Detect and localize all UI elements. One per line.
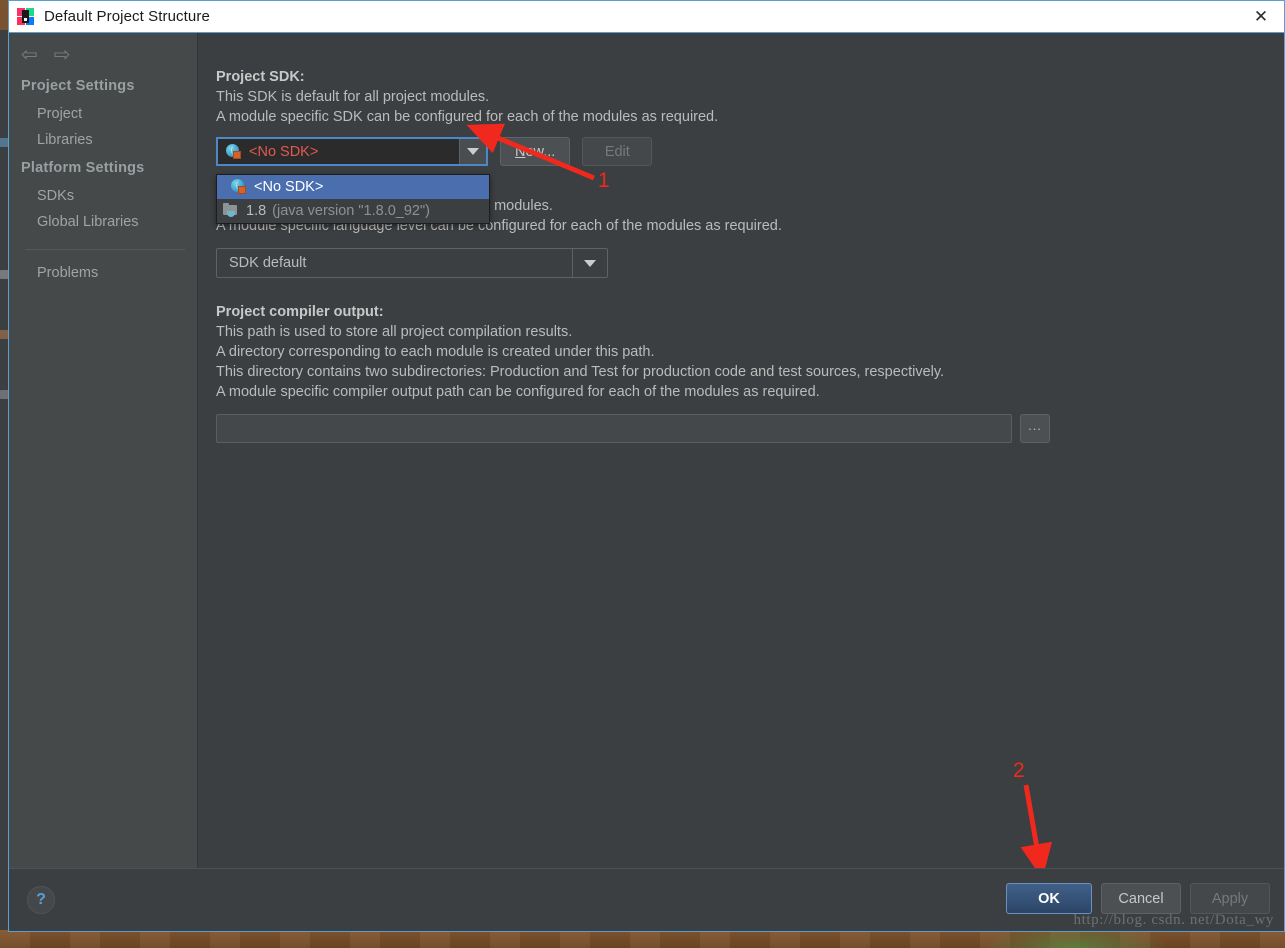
sdk-option-no-sdk-label: <No SDK> <box>254 179 324 195</box>
apply-button-label: Apply <box>1211 890 1249 907</box>
close-icon[interactable]: ✕ <box>1238 1 1284 32</box>
compiler-output-desc-2: A directory corresponding to each module… <box>216 344 655 360</box>
annotation-number-2: 2 <box>1013 759 1025 782</box>
annotation-number-1: 1 <box>598 169 610 192</box>
project-sdk-select[interactable]: <No SDK> <box>216 137 488 166</box>
compiler-output-path-input[interactable] <box>216 414 1012 443</box>
sidebar-group-platform-settings: Platform Settings <box>21 160 145 176</box>
sdk-option-no-sdk[interactable]: <No SDK> <box>217 175 489 199</box>
project-sdk-desc-1: This SDK is default for all project modu… <box>216 89 490 105</box>
compiler-output-desc-3: This directory contains two subdirectori… <box>216 364 945 380</box>
watermark-text: http://blog. csdn. net/Dota_wy <box>1073 912 1274 928</box>
sidebar-item-problems[interactable]: Problems <box>9 260 197 286</box>
language-level-select[interactable]: SDK default <box>216 248 608 278</box>
compiler-output-desc-1: This path is used to store all project c… <box>216 324 573 340</box>
edit-sdk-button-label: Edit <box>604 143 630 160</box>
chevron-down-icon[interactable] <box>572 249 607 277</box>
ok-button[interactable]: OK <box>1006 883 1092 914</box>
sdk-option-jdk-18-sub: (java version "1.8.0_92") <box>272 203 430 219</box>
language-level-value: SDK default <box>229 255 307 271</box>
intellij-idea-logo-icon <box>17 8 34 25</box>
settings-content-panel: Project SDK: This SDK is default for all… <box>198 33 1284 868</box>
project-sdk-heading: Project SDK: <box>216 69 305 85</box>
no-sdk-globe-icon <box>231 179 247 195</box>
sdk-option-jdk-18-label: 1.8 <box>246 203 267 219</box>
cancel-button-label: Cancel <box>1118 890 1164 907</box>
sidebar-item-libraries[interactable]: Libraries <box>9 127 197 153</box>
window-titlebar: Default Project Structure ✕ <box>9 1 1284 32</box>
dialog-footer: ? OK Cancel Apply http://blog. csdn. net… <box>9 868 1284 931</box>
project-sdk-row: <No SDK> New... Edit <box>198 137 1284 166</box>
project-sdk-dropdown-popup[interactable]: <No SDK> 1.8 (java version "1.8.0_92") <box>216 174 490 224</box>
apply-button[interactable]: Apply <box>1190 883 1270 914</box>
browse-path-button-label: ... <box>1028 418 1042 433</box>
cancel-button[interactable]: Cancel <box>1101 883 1181 914</box>
ok-button-label: OK <box>1038 890 1060 907</box>
sidebar-item-global-libraries[interactable]: Global Libraries <box>9 209 197 235</box>
sidebar-divider <box>25 249 185 250</box>
compiler-output-desc-4: A module specific compiler output path c… <box>216 384 820 400</box>
sidebar-item-project[interactable]: Project <box>9 101 197 127</box>
no-sdk-globe-icon <box>226 143 242 160</box>
compiler-output-row: ... <box>198 414 1284 443</box>
footer-button-group: OK Cancel Apply <box>1006 883 1270 914</box>
help-question-icon[interactable]: ? <box>27 886 55 914</box>
sdk-option-jdk-18[interactable]: 1.8 (java version "1.8.0_92") <box>217 199 489 223</box>
project-sdk-desc-2: A module specific SDK can be configured … <box>216 109 719 125</box>
sidebar-item-sdks[interactable]: SDKs <box>9 183 197 209</box>
sidebar-group-project-settings: Project Settings <box>21 78 135 94</box>
new-sdk-button[interactable]: New... <box>500 137 571 166</box>
edit-sdk-button[interactable]: Edit <box>582 137 653 166</box>
settings-sidebar: ⇦ ⇨ Project Settings Project Libraries P… <box>9 33 198 868</box>
nav-arrows: ⇦ ⇨ <box>9 33 197 71</box>
jdk-folder-icon <box>223 203 239 219</box>
project-sdk-selected-value: <No SDK> <box>249 143 319 160</box>
dialog-body: ⇦ ⇨ Project Settings Project Libraries P… <box>9 32 1284 868</box>
chevron-down-icon[interactable] <box>459 139 486 164</box>
default-project-structure-dialog: Default Project Structure ✕ ⇦ ⇨ Project … <box>8 0 1285 932</box>
arrow-left-icon[interactable]: ⇦ <box>21 45 38 65</box>
arrow-right-icon[interactable]: ⇨ <box>54 45 71 65</box>
window-title: Default Project Structure <box>44 8 210 25</box>
compiler-output-heading: Project compiler output: <box>216 304 384 320</box>
new-sdk-button-label: New... <box>515 143 556 160</box>
browse-path-button[interactable]: ... <box>1020 414 1050 443</box>
